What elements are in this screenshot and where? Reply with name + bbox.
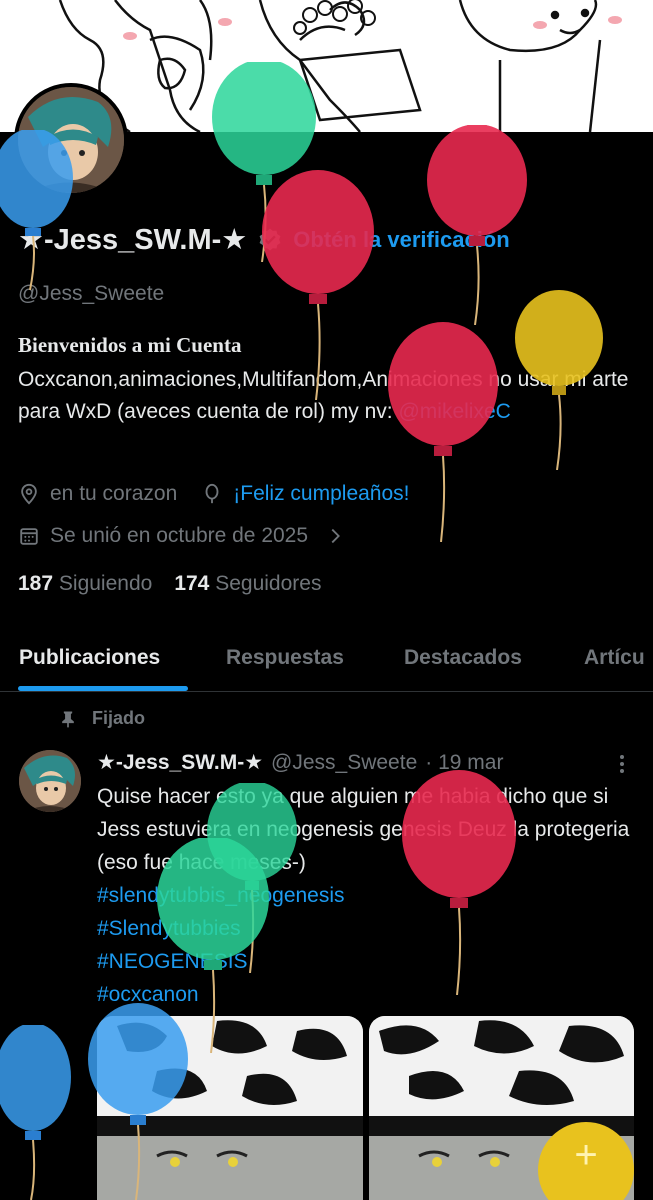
profile-meta-location: en tu corazon ¡Feliz cumpleaños!	[18, 482, 410, 506]
pinned-text: Fijado	[92, 708, 145, 728]
location-pin-icon	[21, 483, 37, 505]
tab-destacados[interactable]: Destacados	[404, 646, 522, 670]
chevron-right-icon	[331, 528, 341, 544]
pin-icon	[62, 711, 74, 727]
birthday-link[interactable]: ¡Feliz cumpleaños!	[233, 482, 409, 506]
balloon-icon	[205, 483, 219, 504]
post-author-name[interactable]: ★-Jess_SW.M-★	[97, 750, 263, 775]
tab-articulos[interactable]: Artícu	[584, 646, 645, 670]
followers-label: Seguidores	[215, 572, 322, 595]
balloon-decoration	[0, 130, 73, 290]
post-avatar-image	[19, 750, 81, 812]
followers-link[interactable]: 174 Seguidores	[174, 572, 321, 596]
follow-counts: 187 Siguiendo 174 Seguidores	[18, 572, 321, 596]
profile-tabs: Publicaciones Respuestas Destacados Artí…	[0, 630, 653, 692]
active-tab-indicator	[18, 686, 188, 691]
following-link[interactable]: 187 Siguiendo	[18, 572, 152, 596]
balloon-decoration	[515, 290, 603, 470]
balloon-decoration	[0, 1025, 71, 1200]
balloon-decoration	[402, 770, 516, 995]
post-author-handle[interactable]: @Jess_Sweete	[271, 751, 417, 775]
followers-count: 174	[174, 572, 210, 595]
profile-meta-joined[interactable]: Se unió en octubre de 2025	[18, 524, 346, 548]
tab-publicaciones[interactable]: Publicaciones	[19, 646, 160, 670]
bio-title: Bienvenidos a mi Cuenta	[18, 333, 242, 357]
joined-text: Se unió en octubre de 2025	[50, 524, 309, 547]
balloon-decoration	[262, 170, 374, 400]
following-label: Siguiendo	[58, 572, 153, 595]
post-author-avatar[interactable]	[19, 750, 81, 812]
more-options-icon[interactable]	[612, 752, 632, 776]
following-count: 187	[18, 572, 54, 595]
tab-respuestas[interactable]: Respuestas	[226, 646, 344, 670]
balloon-decoration	[88, 1003, 188, 1200]
calendar-icon	[20, 528, 38, 545]
pinned-label: Fijado	[58, 708, 145, 729]
balloon-decoration	[388, 322, 498, 542]
location-text: en tu corazon	[50, 482, 178, 505]
plus-icon: +	[574, 1133, 598, 1177]
